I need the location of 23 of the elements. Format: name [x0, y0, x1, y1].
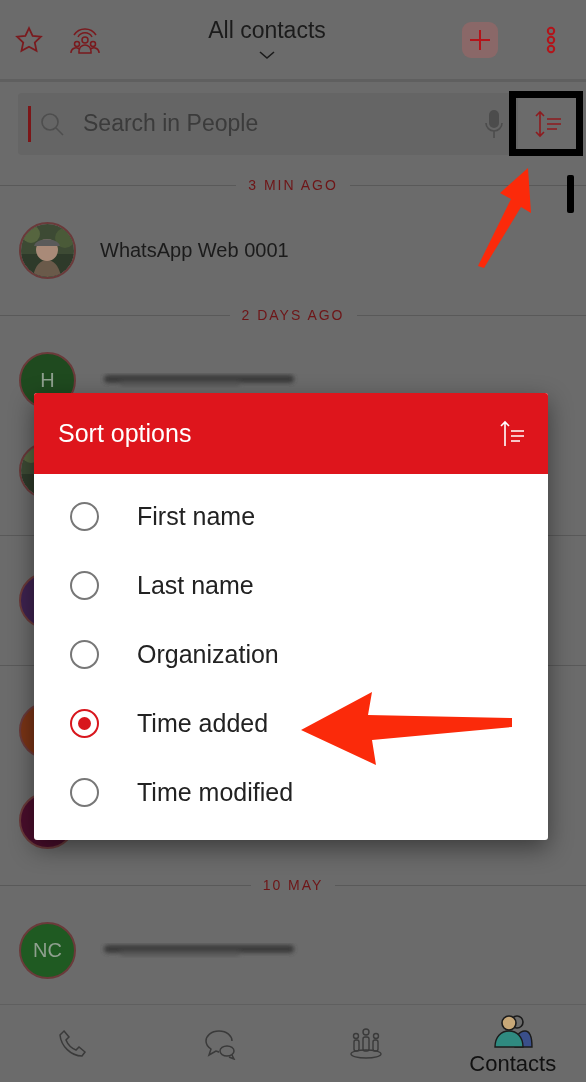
- section-header: 2 DAYS AGO: [240, 305, 346, 325]
- sort-ascending-icon[interactable]: [500, 419, 526, 448]
- star-icon[interactable]: [14, 24, 44, 55]
- avatar[interactable]: [19, 221, 76, 279]
- section-header: 10 MAY: [261, 875, 325, 895]
- chevron-down-icon[interactable]: [258, 50, 276, 60]
- nav-label[interactable]: Contacts: [469, 1052, 557, 1075]
- dialog-title: Sort options: [58, 417, 192, 449]
- chat-icon[interactable]: [202, 1027, 237, 1060]
- plus-icon: [468, 27, 492, 52]
- radio-button[interactable]: [70, 640, 99, 669]
- section-header: 3 MIN AGO: [247, 175, 339, 195]
- radio-button[interactable]: [70, 571, 99, 600]
- radio-button[interactable]: [70, 502, 99, 531]
- sort-option[interactable]: Organization: [34, 620, 548, 689]
- contacts-icon[interactable]: [492, 1012, 533, 1049]
- marker-bar: [567, 175, 574, 213]
- sort-option[interactable]: First name: [34, 482, 548, 551]
- group-icon[interactable]: [349, 1027, 384, 1060]
- search-icon: [39, 110, 65, 137]
- radio-button[interactable]: [70, 709, 99, 738]
- radio-button[interactable]: [70, 778, 99, 807]
- sort-option[interactable]: Last name: [34, 551, 548, 620]
